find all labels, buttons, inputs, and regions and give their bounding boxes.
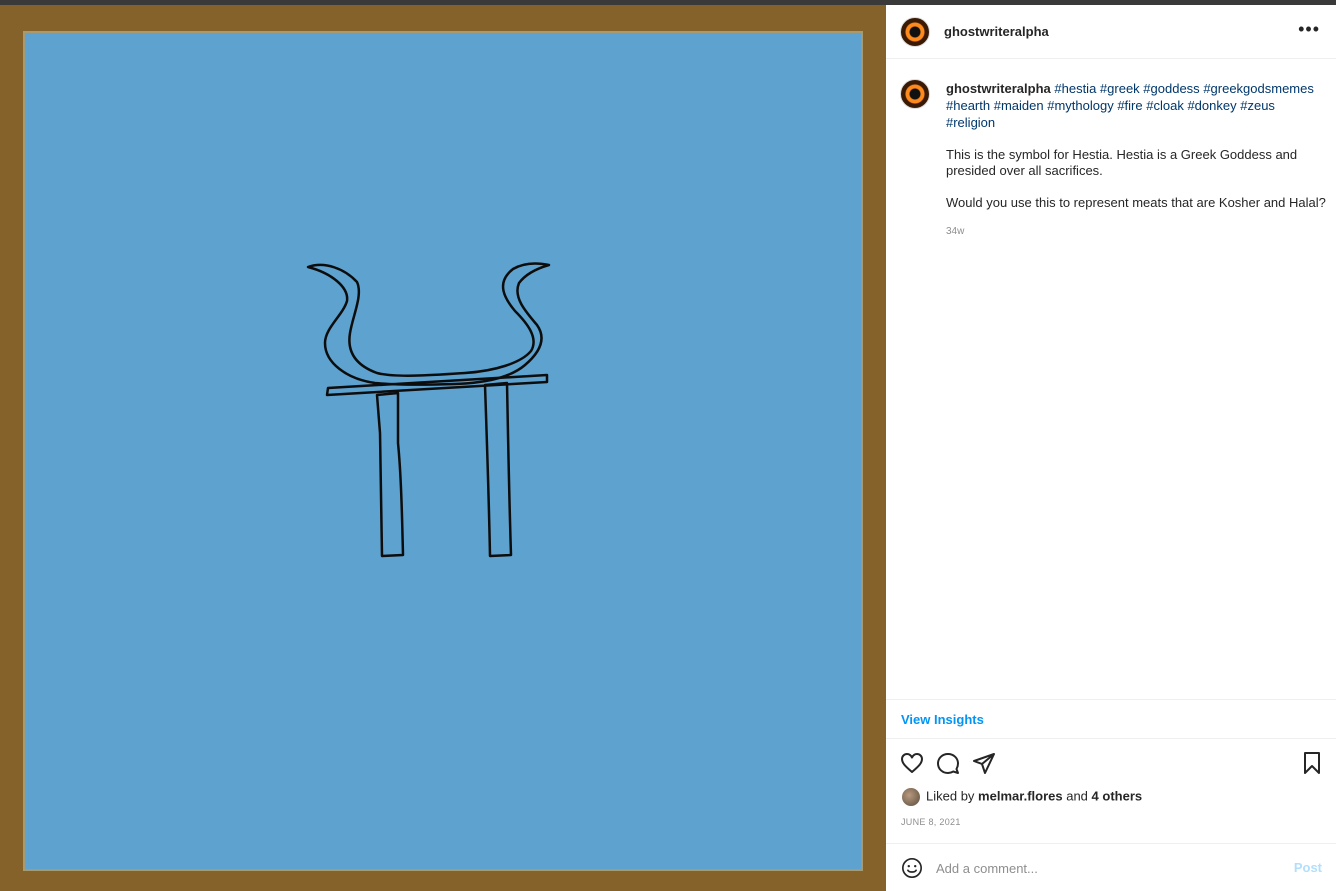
post-header: ghostwriteralpha ••• bbox=[886, 5, 1336, 59]
post-media[interactable] bbox=[0, 5, 886, 891]
likes-joiner: and bbox=[1066, 788, 1088, 804]
hashtag-link[interactable]: #greek bbox=[1100, 81, 1140, 96]
more-icon[interactable]: ••• bbox=[1298, 19, 1320, 39]
hashtag-link[interactable]: #religion bbox=[946, 115, 995, 130]
emoji-icon[interactable] bbox=[901, 857, 923, 884]
hashtag-link[interactable]: #hearth bbox=[946, 98, 990, 113]
post-date[interactable]: JUNE 8, 2021 bbox=[901, 817, 961, 827]
post-username[interactable]: ghostwriteralpha bbox=[944, 24, 1049, 39]
heart-icon[interactable] bbox=[900, 751, 924, 780]
view-insights-link[interactable]: View Insights bbox=[901, 712, 984, 727]
hashtag-link[interactable]: #hestia bbox=[1054, 81, 1096, 96]
hestia-drawing bbox=[23, 31, 863, 871]
bookmark-icon[interactable] bbox=[1300, 751, 1324, 780]
caption-body: This is the symbol for Hestia. Hestia is… bbox=[946, 147, 1326, 210]
hashtag-link[interactable]: #mythology bbox=[1047, 98, 1113, 113]
action-bar bbox=[886, 748, 1336, 778]
liker-avatar[interactable] bbox=[902, 788, 920, 806]
hashtag-link[interactable]: #goddess bbox=[1143, 81, 1199, 96]
hashtag-link[interactable]: #zeus bbox=[1240, 98, 1275, 113]
avatar[interactable] bbox=[900, 17, 930, 47]
hashtag-link[interactable]: #fire bbox=[1117, 98, 1142, 113]
liker-username[interactable]: melmar.flores bbox=[978, 788, 1063, 803]
likes-prefix: Liked by bbox=[926, 788, 975, 804]
likes-summary: Liked by melmar.flores and 4 others bbox=[902, 788, 1142, 806]
post-panel: ghostwriteralpha ••• ghostwriteralpha #h… bbox=[886, 5, 1336, 891]
hashtag-link[interactable]: #donkey bbox=[1187, 98, 1236, 113]
insights-row: View Insights bbox=[886, 699, 1336, 739]
comment-bar: Post bbox=[886, 843, 1336, 891]
hashtag-link[interactable]: #cloak bbox=[1146, 98, 1184, 113]
likes-others[interactable]: 4 others bbox=[1092, 788, 1143, 803]
hashtag-link[interactable]: #maiden bbox=[994, 98, 1044, 113]
hestia-symbol bbox=[306, 262, 551, 558]
caption-username[interactable]: ghostwriteralpha bbox=[946, 81, 1051, 96]
post-comment-button[interactable]: Post bbox=[1294, 860, 1322, 875]
hashtag-link[interactable]: #greekgodsmemes bbox=[1203, 81, 1314, 96]
comment-input[interactable] bbox=[936, 857, 1266, 879]
share-icon[interactable] bbox=[972, 751, 996, 780]
caption-text: ghostwriteralpha #hestia #greek #goddess… bbox=[946, 80, 1326, 240]
post-age[interactable]: 34w bbox=[946, 223, 1326, 240]
caption-avatar[interactable] bbox=[900, 79, 930, 109]
comment-icon[interactable] bbox=[936, 751, 960, 780]
